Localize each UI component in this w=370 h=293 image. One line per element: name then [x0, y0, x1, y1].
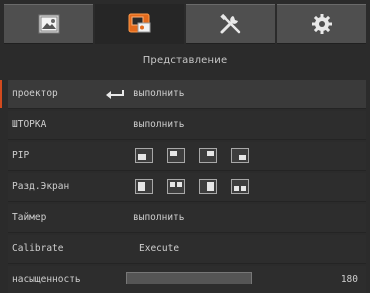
tab-image[interactable] [4, 4, 93, 44]
tab-settings[interactable] [277, 4, 366, 44]
split-bottom-two-option[interactable] [231, 179, 249, 194]
menu-row-saturation[interactable]: насыщенность 180 [8, 266, 366, 293]
saturation-value: 180 [340, 274, 358, 285]
row-label: насыщенность [12, 274, 81, 285]
row-label: Разд.Экран [12, 181, 70, 192]
image-icon [38, 14, 59, 34]
split-right-half-option[interactable] [199, 179, 217, 194]
split-top-two-option[interactable] [167, 179, 185, 194]
enter-icon [106, 90, 124, 99]
row-value[interactable]: выполнить [133, 80, 184, 108]
projector-setup-icon [128, 13, 150, 33]
row-label: Таймер [12, 212, 47, 223]
row-value[interactable]: выполнить [133, 111, 184, 139]
row-label: ШТОРКА [12, 119, 47, 130]
row-label: Calibrate [12, 243, 64, 254]
tab-tools[interactable] [186, 4, 275, 44]
pip-bottom-right-option[interactable] [231, 148, 249, 163]
section-title: Представление [142, 55, 228, 66]
pip-options [135, 148, 249, 163]
gear-icon [311, 14, 332, 34]
menu-row-split-screen[interactable]: Разд.Экран [8, 173, 366, 202]
menu-row-calibrate[interactable]: Calibrate Execute [8, 235, 366, 264]
menu-row-shutter[interactable]: ШТОРКА выполнить [8, 111, 366, 140]
pip-top-left-option[interactable] [167, 148, 185, 163]
row-value[interactable]: выполнить [133, 204, 184, 232]
tab-setup[interactable] [95, 4, 184, 44]
menu-row-timer[interactable]: Таймер выполнить [8, 204, 366, 233]
menu-tabs [4, 4, 366, 44]
tools-icon [219, 13, 240, 34]
pip-top-right-option[interactable] [199, 148, 217, 163]
row-label: проектор [12, 88, 58, 99]
menu-row-projector[interactable]: проектор выполнить [0, 80, 366, 109]
selection-indicator [0, 80, 2, 108]
menu-row-pip[interactable]: PIP [8, 142, 366, 171]
row-label: PIP [12, 150, 30, 161]
pip-bottom-left-option[interactable] [135, 148, 153, 163]
split-options [135, 179, 249, 194]
split-left-half-option[interactable] [135, 179, 153, 194]
saturation-slider[interactable] [126, 272, 252, 284]
osd-menu: Представление проектор выполнить ШТОРКА … [0, 0, 370, 293]
row-value[interactable]: Execute [139, 235, 179, 263]
